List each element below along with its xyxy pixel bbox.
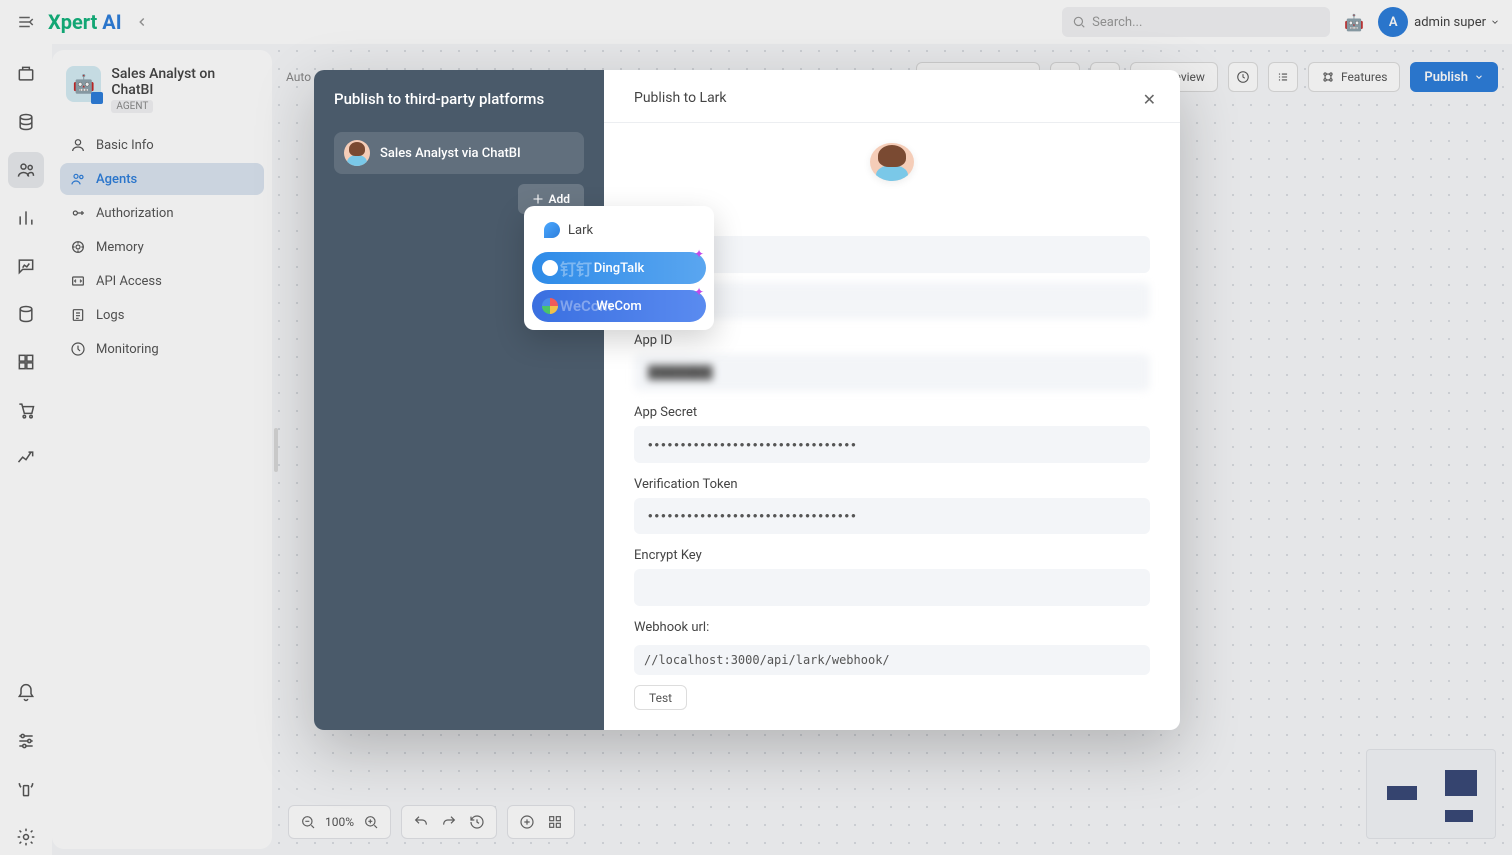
- zoom-level: 100%: [325, 815, 354, 829]
- collapse-sidebar-button[interactable]: [12, 8, 40, 36]
- platform-popover: Lark 钉钉DingTalk✦ WeComWeCom✦: [524, 206, 714, 330]
- redo-button[interactable]: [438, 811, 460, 833]
- platform-avatar-icon: [344, 140, 370, 166]
- rail-item-analytics[interactable]: [8, 200, 44, 236]
- rail-item-agents[interactable]: [8, 152, 44, 188]
- topbar: Xpert AI Search... 🤖 A admin super: [0, 0, 1512, 44]
- sidebar-item-agents[interactable]: Agents: [60, 163, 264, 195]
- search-icon: [1072, 15, 1086, 29]
- zoom-out-button[interactable]: [297, 811, 319, 833]
- back-chevron-icon[interactable]: [128, 8, 156, 36]
- rail-item-tune[interactable]: [8, 723, 44, 759]
- search-placeholder: Search...: [1092, 15, 1142, 30]
- sidebar-item-api-access[interactable]: API Access: [60, 265, 264, 297]
- zoom-in-button[interactable]: [360, 811, 382, 833]
- sidebar-item-basic-info[interactable]: Basic Info: [60, 129, 264, 161]
- wecom-icon: [542, 298, 558, 314]
- list-button[interactable]: [1268, 62, 1298, 92]
- layout-button[interactable]: [544, 811, 566, 833]
- agent-sidepanel: 🤖 Sales Analyst on ChatBI AGENT Basic In…: [52, 50, 272, 849]
- search-input[interactable]: Search...: [1062, 7, 1330, 37]
- encrypt-key-input[interactable]: [634, 569, 1150, 606]
- agent-icon: 🤖: [66, 66, 101, 102]
- modal-right-title: Publish to Lark: [634, 90, 1150, 106]
- rail-item-home[interactable]: [8, 56, 44, 92]
- dingtalk-icon: [542, 260, 558, 276]
- rail-item-trends[interactable]: [8, 440, 44, 476]
- rail-item-chat[interactable]: [8, 248, 44, 284]
- agent-type-tag: AGENT: [111, 100, 153, 113]
- sidebar-item-logs[interactable]: Logs: [60, 299, 264, 331]
- sparkle-icon: ✦: [694, 247, 704, 261]
- popover-option-wecom[interactable]: WeComWeCom✦: [532, 290, 706, 322]
- app-secret-input[interactable]: [634, 426, 1150, 463]
- rail-item-apps[interactable]: [8, 344, 44, 380]
- lark-icon: [544, 222, 560, 238]
- sidebar-item-authorization[interactable]: Authorization: [60, 197, 264, 229]
- app-secret-label: App Secret: [634, 405, 1150, 420]
- nav-rail: [0, 44, 52, 855]
- add-node-button[interactable]: [516, 811, 538, 833]
- verif-token-input[interactable]: [634, 498, 1150, 535]
- sparkle-icon: [532, 193, 544, 205]
- bot-avatar-icon: [870, 143, 914, 182]
- rail-item-data[interactable]: [8, 296, 44, 332]
- ai-bot-icon[interactable]: 🤖: [1340, 8, 1368, 36]
- user-menu[interactable]: admin super: [1414, 15, 1500, 30]
- features-button[interactable]: Features: [1308, 62, 1400, 92]
- sparkle-icon: ✦: [694, 285, 704, 299]
- test-button[interactable]: Test: [634, 685, 687, 710]
- rail-item-broadcast[interactable]: [8, 771, 44, 807]
- minimap[interactable]: [1366, 749, 1496, 839]
- rail-item-cart[interactable]: [8, 392, 44, 428]
- close-button[interactable]: ✕: [1143, 90, 1156, 109]
- logo: Xpert AI: [48, 10, 122, 34]
- rail-item-settings[interactable]: [8, 819, 44, 855]
- app-id-input[interactable]: [634, 354, 1150, 391]
- webhook-label: Webhook url:: [634, 620, 1150, 635]
- rail-item-notifications[interactable]: [8, 675, 44, 711]
- publish-modal: Publish to third-party platforms Sales A…: [314, 70, 1180, 730]
- popover-option-dingtalk[interactable]: 钉钉DingTalk✦: [532, 252, 706, 284]
- history-icon[interactable]: [466, 811, 488, 833]
- rail-item-models[interactable]: [8, 104, 44, 140]
- publish-button[interactable]: Publish: [1410, 62, 1498, 92]
- history-button[interactable]: [1228, 62, 1258, 92]
- encrypt-key-label: Encrypt Key: [634, 548, 1150, 563]
- platform-row[interactable]: Sales Analyst via ChatBI: [334, 132, 584, 174]
- webhook-value: //localhost:3000/api/lark/webhook/: [634, 645, 1150, 675]
- chevron-down-icon: [1490, 17, 1500, 27]
- agent-name: Sales Analyst on ChatBI: [111, 66, 258, 98]
- user-avatar[interactable]: A: [1378, 7, 1408, 37]
- popover-option-lark[interactable]: Lark: [532, 214, 706, 246]
- platform-name: Sales Analyst via ChatBI: [380, 146, 521, 161]
- verif-token-label: Verification Token: [634, 477, 1150, 492]
- sidebar-item-memory[interactable]: Memory: [60, 231, 264, 263]
- sidebar-item-monitoring[interactable]: Monitoring: [60, 333, 264, 365]
- modal-left-title: Publish to third-party platforms: [334, 90, 584, 108]
- undo-button[interactable]: [410, 811, 432, 833]
- app-id-label: App ID: [634, 333, 1150, 348]
